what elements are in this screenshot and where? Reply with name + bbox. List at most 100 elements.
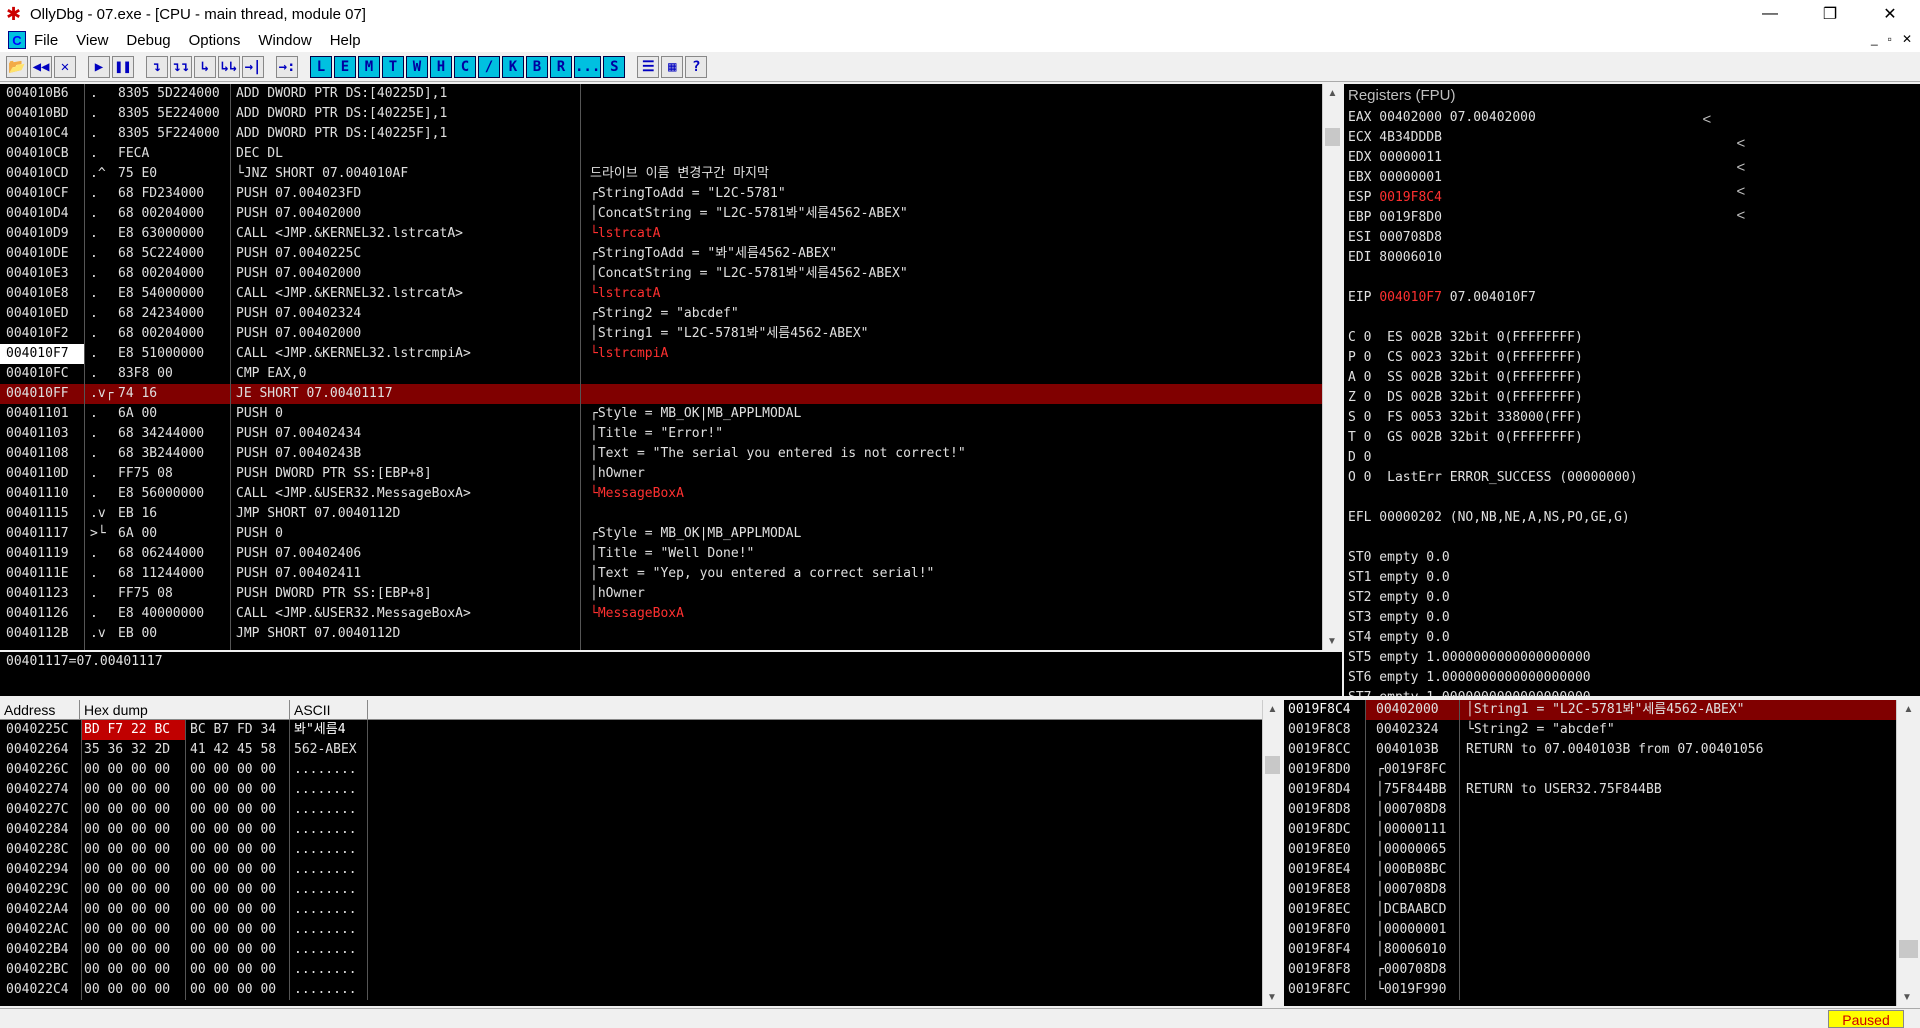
stack-row[interactable]: 0019F8CC 0040103B RETURN to 07.0040103B fr… <box>1284 740 1896 760</box>
menu-help[interactable]: Help <box>330 32 361 49</box>
stack-row[interactable]: 0019F8D8 │000708D8 <box>1284 800 1896 820</box>
register-line[interactable]: EDI 80006010 <box>1348 248 1920 268</box>
register-line[interactable]: O 0 LastErr ERROR_SUCCESS (00000000) <box>1348 468 1920 488</box>
stack-row[interactable]: 0019F8D4 │75F844BB RETURN to USER32.75F844… <box>1284 780 1896 800</box>
menu-file[interactable]: File <box>34 32 58 49</box>
register-line[interactable]: ST1 empty 0.0 <box>1348 568 1920 588</box>
memory-window-button[interactable]: M <box>358 55 380 78</box>
scroll-thumb[interactable] <box>1265 756 1280 774</box>
log-window-button[interactable]: L <box>310 55 332 78</box>
disasm-row[interactable]: 004010F2. 68 00204000 PUSH 07.00402000 │Str… <box>0 324 1322 344</box>
disasm-row[interactable]: 004010D4. 68 00204000 PUSH 07.00402000 │Con… <box>0 204 1322 224</box>
scroll-up-icon[interactable]: ▲ <box>1323 84 1342 102</box>
disasm-row[interactable]: 0040112B .v EB 00 JMP SHORT 07.0040112D <box>0 624 1322 644</box>
pause-icon[interactable]: ❚❚ <box>112 55 134 78</box>
dump-row[interactable]: 004022C4 00 00 00 00 00 00 00 00........ <box>0 980 1262 1000</box>
scroll-thumb[interactable] <box>1899 940 1918 958</box>
disassembly-pane[interactable]: 004010B6. 8305 5D224000 ADD DWORD PTR DS:[… <box>0 84 1322 650</box>
register-line[interactable]: ST2 empty 0.0 <box>1348 588 1920 608</box>
disasm-row[interactable]: 0040110D. FF75 08 PUSH DWORD PTR SS:[EBP+8… <box>0 464 1322 484</box>
register-line[interactable]: ST6 empty 1.0000000000000000000 <box>1348 668 1920 688</box>
disassembly-scrollbar[interactable]: ▲ ▼ <box>1322 84 1342 650</box>
dump-row[interactable]: 0040227C 00 00 00 00 00 00 00 00........ <box>0 800 1262 820</box>
windows-window-button[interactable]: W <box>406 55 428 78</box>
stack-row[interactable]: 0019F8F8 ┌000708D8 <box>1284 960 1896 980</box>
arrow-icon[interactable]: < <box>1737 183 1746 200</box>
dump-pane[interactable]: Address Hex dump ASCII 0040225C BD F7 22 … <box>0 700 1262 1006</box>
menu-debug[interactable]: Debug <box>126 32 170 49</box>
register-line[interactable]: C 0 ES 002B 32bit 0(FFFFFFFF) <box>1348 328 1920 348</box>
menu-window[interactable]: Window <box>258 32 311 49</box>
disasm-row[interactable]: 0040111E. 68 11244000 PUSH 07.00402411 │Tex… <box>0 564 1322 584</box>
disasm-row[interactable]: 004010CD .^ 75 E0 └JNZ SHORT 07.004010AF 드라이… <box>0 164 1322 184</box>
register-line[interactable]: ESI 000708D8 <box>1348 228 1920 248</box>
disasm-row[interactable]: 004010C4. 8305 5F224000 ADD DWORD PTR DS:[… <box>0 124 1322 144</box>
close-program-icon[interactable]: ✕ <box>54 55 76 78</box>
stack-row[interactable]: 0019F8C8 00402324 └String2 = "abcdef" <box>1284 720 1896 740</box>
dump-header-ascii[interactable]: ASCII <box>290 700 368 719</box>
disasm-row[interactable]: 00401123. FF75 08 PUSH DWORD PTR SS:[EBP+8… <box>0 584 1322 604</box>
stack-row[interactable]: 0019F8D0 ┌0019F8FC <box>1284 760 1896 780</box>
disasm-row[interactable]: 004010FF .v┌ 74 16 JE SHORT 07.00401117 <box>0 384 1322 404</box>
goto-icon[interactable]: →: <box>276 55 298 78</box>
dump-header-hex[interactable]: Hex dump <box>80 700 290 719</box>
arrow-icon[interactable]: < <box>1737 135 1746 152</box>
register-line[interactable]: ST7 empty 1.0000000000000000000 <box>1348 688 1920 696</box>
register-line[interactable]: EAX 00402000 07.00402000 <box>1348 108 1920 128</box>
dump-row[interactable]: 00402264 35 36 32 2D 41 42 45 58 562-ABEX <box>0 740 1262 760</box>
run-trace-window-button[interactable]: ... <box>574 55 602 78</box>
threads-window-button[interactable]: T <box>382 55 404 78</box>
arrow-icon[interactable]: < <box>1703 111 1712 128</box>
register-line[interactable]: P 0 CS 0023 32bit 0(FFFFFFFF) <box>1348 348 1920 368</box>
register-line[interactable] <box>1348 528 1920 548</box>
scroll-up-icon[interactable]: ▲ <box>1263 700 1282 718</box>
disasm-row[interactable]: 004010BD. 8305 5E224000 ADD DWORD PTR DS:[… <box>0 104 1322 124</box>
disasm-row[interactable]: 004010F7. E8 51000000 CALL <JMP.&KERNEL32.… <box>0 344 1322 364</box>
stack-row[interactable]: 0019F8DC │00000111 <box>1284 820 1896 840</box>
register-line[interactable]: EBX 00000001 <box>1348 168 1920 188</box>
register-line[interactable]: ST5 empty 1.0000000000000000000 <box>1348 648 1920 668</box>
dump-row[interactable]: 004022BC 00 00 00 00 00 00 00 00........ <box>0 960 1262 980</box>
register-line[interactable]: ECX 4B34DDDB <box>1348 128 1920 148</box>
disasm-row[interactable]: 00401126. E8 40000000 CALL <JMP.&USER32.Me… <box>0 604 1322 624</box>
list-icon[interactable]: ☰ <box>637 55 660 78</box>
dump-row[interactable]: 0040229C 00 00 00 00 00 00 00 00........ <box>0 880 1262 900</box>
register-line[interactable]: ST4 empty 0.0 <box>1348 628 1920 648</box>
register-line[interactable]: ST3 empty 0.0 <box>1348 608 1920 628</box>
mdi-minimize-button[interactable]: _ <box>1871 32 1878 46</box>
scroll-down-icon[interactable]: ▼ <box>1263 988 1281 1006</box>
stack-row[interactable]: 0019F8E8 │000708D8 <box>1284 880 1896 900</box>
references-window-button[interactable]: R <box>550 55 572 78</box>
disasm-row[interactable]: 004010CF. 68 FD234000 PUSH 07.004023FD ┌Str… <box>0 184 1322 204</box>
breakpoints-window-button[interactable]: B <box>526 55 548 78</box>
disasm-row[interactable]: 00401110. E8 56000000 CALL <JMP.&USER32.Me… <box>0 484 1322 504</box>
disasm-row[interactable]: 004010ED. 68 24234000 PUSH 07.00402324 ┌Str… <box>0 304 1322 324</box>
grid-icon[interactable]: ▦ <box>661 55 684 78</box>
animate-into-icon[interactable]: ↴↴ <box>170 55 192 78</box>
mdi-close-button[interactable]: ✕ <box>1902 32 1912 46</box>
dump-row[interactable]: 004022AC 00 00 00 00 00 00 00 00........ <box>0 920 1262 940</box>
register-line[interactable]: T 0 GS 002B 32bit 0(FFFFFFFF) <box>1348 428 1920 448</box>
execute-till-return-icon[interactable]: →| <box>242 55 264 78</box>
disasm-row[interactable]: 00401117 >└ 6A 00 PUSH 0 ┌Style = MB_OK|MB_A… <box>0 524 1322 544</box>
dump-row[interactable]: 0040228C 00 00 00 00 00 00 00 00........ <box>0 840 1262 860</box>
cpu-window-icon[interactable]: C <box>8 31 26 49</box>
restart-icon[interactable]: ◀◀ <box>30 55 52 78</box>
arrow-icon[interactable]: < <box>1737 159 1746 176</box>
scroll-down-icon[interactable]: ▼ <box>1323 632 1341 650</box>
menu-options[interactable]: Options <box>189 32 241 49</box>
stack-row[interactable]: 0019F8EC │DCBAABCD <box>1284 900 1896 920</box>
dump-row[interactable]: 0040226C 00 00 00 00 00 00 00 00........ <box>0 760 1262 780</box>
register-line[interactable]: EFL 00000202 (NO,NB,NE,A,NS,PO,GE,G) <box>1348 508 1920 528</box>
step-over-icon[interactable]: ↳ <box>194 55 216 78</box>
register-line[interactable]: EBP 0019F8D0 <box>1348 208 1920 228</box>
dump-row[interactable]: 00402284 00 00 00 00 00 00 00 00........ <box>0 820 1262 840</box>
modules-window-button[interactable]: E <box>334 55 356 78</box>
dump-header-address[interactable]: Address <box>0 700 80 719</box>
dump-row[interactable]: 00402274 00 00 00 00 00 00 00 00........ <box>0 780 1262 800</box>
scroll-down-icon[interactable]: ▼ <box>1897 988 1917 1006</box>
source-window-button[interactable]: S <box>603 55 626 78</box>
register-line[interactable]: ESP 0019F8C4 <box>1348 188 1920 208</box>
minimize-button[interactable]: — <box>1740 0 1800 28</box>
registers-arrows[interactable]: < < < < < <box>1678 84 1746 224</box>
